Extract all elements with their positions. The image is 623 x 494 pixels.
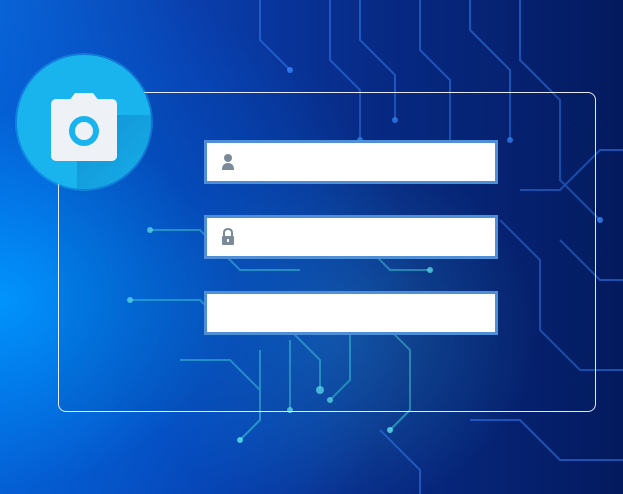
username-input[interactable] (243, 143, 491, 181)
password-field[interactable] (204, 215, 498, 259)
app-logo (17, 55, 151, 189)
password-input[interactable] (243, 218, 491, 256)
camera-icon (51, 93, 117, 161)
extra-input[interactable] (217, 294, 491, 332)
lock-icon (222, 228, 234, 245)
extra-field[interactable] (204, 291, 498, 335)
user-icon (222, 154, 234, 170)
username-field[interactable] (204, 140, 498, 184)
